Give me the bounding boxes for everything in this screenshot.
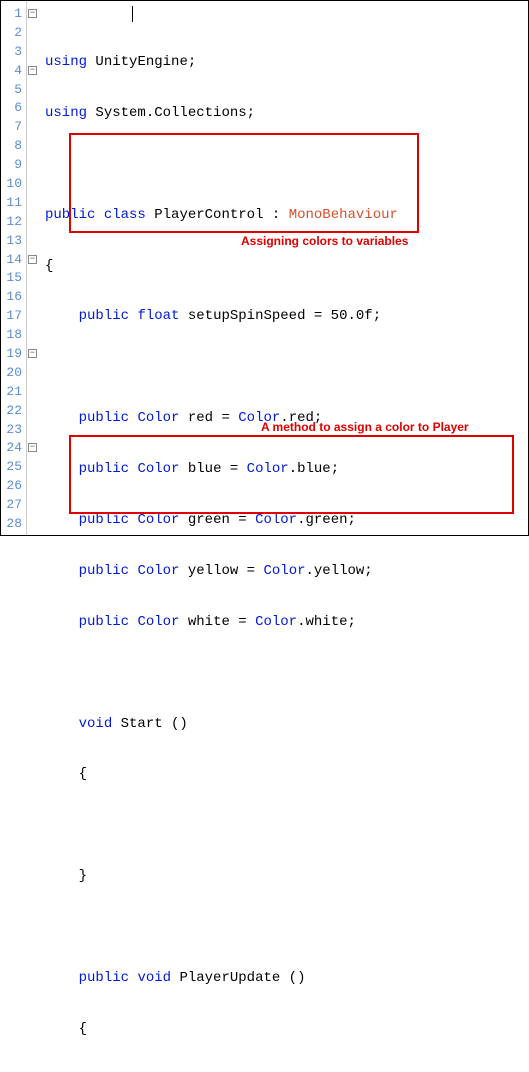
line-number: 14 [1, 251, 24, 270]
line-number: 7 [1, 118, 24, 137]
line-number: 11 [1, 194, 24, 213]
line-number: 23 [1, 421, 24, 440]
line-number: 18 [1, 326, 24, 345]
line-number: 4 [1, 62, 24, 81]
code-line: public Color white = Color.white; [45, 613, 528, 632]
line-number: 27 [1, 496, 24, 515]
code-line: public Color green = Color.green; [45, 511, 528, 530]
code-line: public Color blue = Color.blue; [45, 460, 528, 479]
code-line: using UnityEngine; [45, 53, 528, 72]
code-line: { [45, 257, 528, 276]
fold-toggle-icon[interactable]: − [28, 255, 37, 264]
line-number: 19 [1, 345, 24, 364]
line-number: 26 [1, 477, 24, 496]
code-line: public float setupSpinSpeed = 50.0f; [45, 307, 528, 326]
line-number: 1 [1, 5, 24, 24]
line-number: 9 [1, 156, 24, 175]
code-line: public void PlayerUpdate () [45, 969, 528, 988]
code-line: { [45, 765, 528, 784]
line-number: 12 [1, 213, 24, 232]
code-line: } [45, 867, 528, 886]
line-number: 16 [1, 288, 24, 307]
fold-toggle-icon[interactable]: − [28, 9, 37, 18]
code-line: public class PlayerControl : MonoBehavio… [45, 206, 528, 225]
code-line: using System.Collections; [45, 104, 528, 123]
text-cursor [132, 6, 133, 22]
code-editor: 1 2 3 4 5 6 7 8 9 10 11 12 13 14 15 16 1… [1, 1, 528, 535]
fold-toggle-icon[interactable]: − [28, 349, 37, 358]
fold-toggle-icon[interactable]: − [28, 66, 37, 75]
code-line [45, 155, 528, 174]
line-number: 15 [1, 269, 24, 288]
code-line [45, 918, 528, 937]
line-number: 25 [1, 458, 24, 477]
code-content[interactable]: using UnityEngine; using System.Collecti… [41, 1, 528, 535]
line-number: 8 [1, 137, 24, 156]
line-number-gutter: 1 2 3 4 5 6 7 8 9 10 11 12 13 14 15 16 1… [1, 1, 27, 535]
line-number: 6 [1, 99, 24, 118]
code-line [45, 664, 528, 683]
line-number: 21 [1, 383, 24, 402]
line-number: 24 [1, 439, 24, 458]
line-number: 13 [1, 232, 24, 251]
code-line: public Color red = Color.red; [45, 409, 528, 428]
line-number: 17 [1, 307, 24, 326]
annotation-colors: Assigning colors to variables [241, 234, 408, 248]
code-line: public Color yellow = Color.yellow; [45, 562, 528, 581]
code-line [45, 816, 528, 835]
line-number: 5 [1, 81, 24, 100]
code-line [45, 1071, 528, 1072]
line-number: 3 [1, 43, 24, 62]
code-line: void Start () [45, 715, 528, 734]
line-number: 10 [1, 175, 24, 194]
line-number: 2 [1, 24, 24, 43]
code-line [45, 358, 528, 377]
line-number: 28 [1, 515, 24, 534]
fold-toggle-icon[interactable]: − [28, 443, 37, 452]
code-line: { [45, 1020, 528, 1039]
line-number: 20 [1, 364, 24, 383]
line-number: 22 [1, 402, 24, 421]
fold-column: − − − − − [27, 1, 41, 535]
